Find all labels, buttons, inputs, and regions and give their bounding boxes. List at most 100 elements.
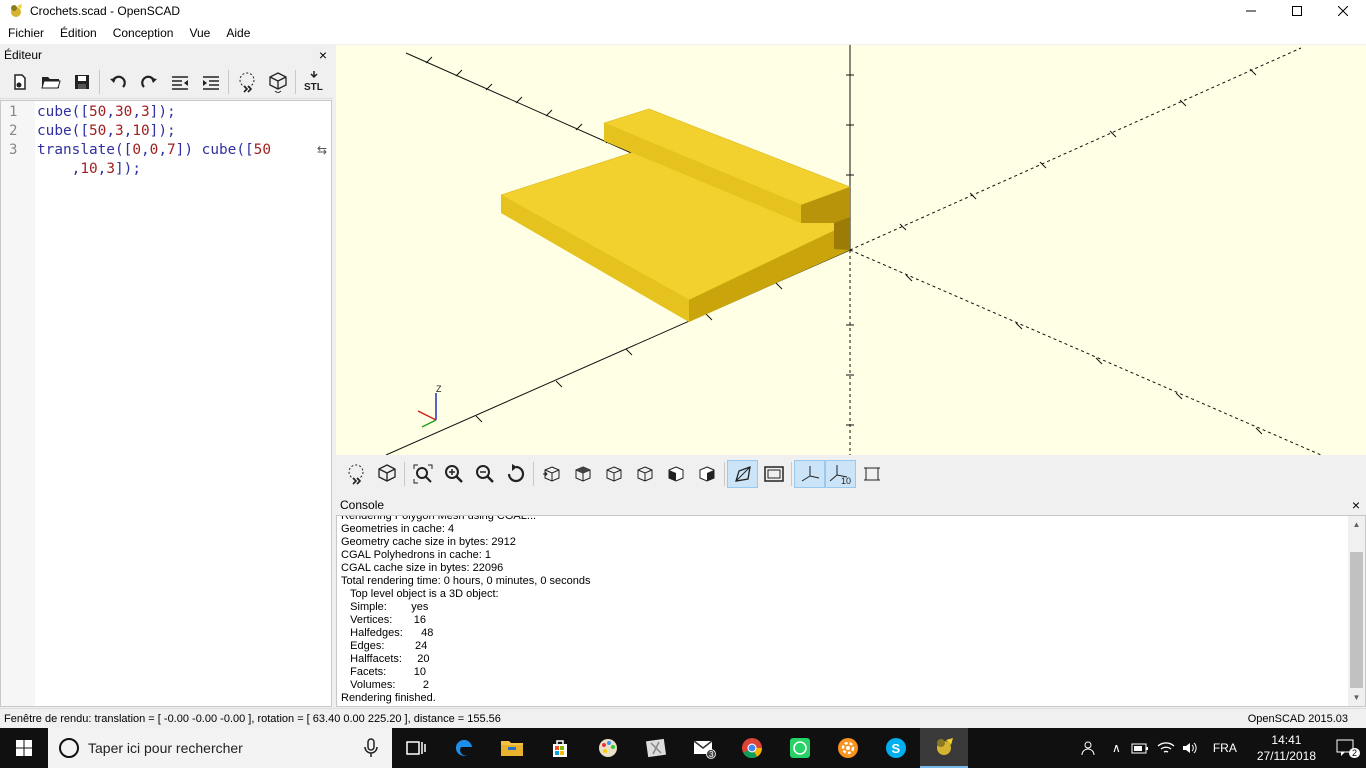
scrollbar-thumb[interactable] — [1350, 552, 1363, 688]
save-button[interactable] — [66, 68, 97, 96]
code-token: , — [106, 123, 115, 139]
code-line[interactable]: cube([50,30,3]); — [37, 103, 331, 122]
console-line: Top level object is a 3D object: — [341, 588, 499, 600]
menu-aide[interactable]: Aide — [218, 26, 258, 40]
openscad-taskbar-button[interactable] — [920, 728, 968, 768]
whatsapp-icon — [790, 738, 810, 758]
console-line: Facets: 10 — [341, 666, 426, 678]
zoom-out-button[interactable] — [469, 460, 500, 488]
editor-close-button[interactable]: × — [319, 47, 329, 63]
view-render-button[interactable] — [371, 460, 402, 488]
volume-icon[interactable] — [1181, 741, 1199, 755]
battery-icon[interactable] — [1131, 741, 1149, 755]
view-preview-button[interactable] — [340, 460, 371, 488]
paint-app-button[interactable] — [584, 728, 632, 768]
settings-app-button[interactable] — [824, 728, 872, 768]
console-output[interactable]: Rendering Polygon Mesh using CGAL... Geom… — [336, 515, 1366, 707]
mail-app-button[interactable]: 3 — [680, 728, 728, 768]
open-file-button[interactable] — [35, 68, 66, 96]
action-center-button[interactable]: 2 — [1326, 728, 1366, 768]
maximize-button[interactable] — [1274, 0, 1320, 22]
task-view-button[interactable] — [392, 728, 440, 768]
crosshairs-icon — [863, 467, 880, 481]
view-top-button[interactable] — [567, 460, 598, 488]
axis-y-negative — [849, 249, 1322, 455]
close-window-button[interactable] — [1320, 0, 1366, 22]
code-line[interactable]: cube([50,3,10]); — [37, 122, 331, 141]
code-editor[interactable]: 1 2 3 cube([50,30,3]); cube([50,3,10]); tr… — [0, 100, 332, 707]
view-front-button[interactable] — [660, 460, 691, 488]
orthogonal-button[interactable] — [758, 460, 789, 488]
taskbar-search-box[interactable]: Taper ici pour rechercher — [48, 728, 392, 768]
code-token: , — [106, 104, 115, 120]
menu-conception[interactable]: Conception — [105, 26, 182, 40]
export-stl-button[interactable]: STL — [298, 68, 329, 96]
code-number-token: 0 — [132, 142, 141, 158]
skype-icon: S — [886, 738, 906, 758]
task-view-icon — [406, 741, 426, 755]
start-button[interactable] — [0, 728, 48, 768]
code-number-token: 50 — [253, 142, 271, 158]
view-back-button[interactable] — [691, 460, 722, 488]
menu-fichier[interactable]: Fichier — [0, 26, 52, 40]
wifi-icon[interactable] — [1157, 741, 1175, 755]
system-tray: ∧ FRA 14:41 27/11/2018 2 — [1080, 728, 1366, 768]
store-button[interactable] — [536, 728, 584, 768]
zoom-in-button[interactable] — [438, 460, 469, 488]
input-language[interactable]: FRA — [1203, 741, 1247, 755]
view-bottom-button[interactable] — [598, 460, 629, 488]
scale-markers-label: 10 — [841, 476, 851, 485]
show-edges-button[interactable] — [856, 460, 887, 488]
render-button[interactable] — [262, 68, 293, 96]
skype-button[interactable]: S — [872, 728, 920, 768]
scroll-up-arrow-icon[interactable]: ▲ — [1348, 516, 1365, 533]
reset-view-button[interactable] — [500, 460, 531, 488]
indent-button[interactable] — [195, 68, 226, 96]
chrome-button[interactable] — [728, 728, 776, 768]
new-file-icon — [13, 73, 26, 90]
perspective-button[interactable] — [727, 460, 758, 488]
scroll-down-arrow-icon[interactable]: ▼ — [1348, 689, 1365, 706]
code-token: ]) — [175, 142, 202, 158]
people-icon[interactable] — [1080, 740, 1100, 756]
minimize-button[interactable] — [1228, 0, 1274, 22]
folder-icon — [501, 741, 523, 756]
toolbar-separator — [228, 69, 229, 94]
console-line: Rendering finished. — [341, 692, 436, 704]
console-close-button[interactable]: × — [1352, 497, 1362, 513]
menu-vue[interactable]: Vue — [181, 26, 218, 40]
code-token: ([ — [71, 104, 89, 120]
show-scale-markers-button[interactable]: 10 — [825, 460, 856, 488]
console-line: Rendering Polygon Mesh using CGAL... — [341, 515, 537, 522]
code-line[interactable]: translate([0,0,7]) cube([50 — [37, 141, 331, 160]
file-explorer-button[interactable] — [488, 728, 536, 768]
console-scrollbar[interactable]: ▲ ▼ — [1348, 516, 1365, 706]
tray-chevron-icon[interactable]: ∧ — [1112, 741, 1121, 755]
undo-button[interactable] — [102, 68, 133, 96]
console-line: Volumes: 2 — [341, 679, 430, 691]
whatsapp-button[interactable] — [776, 728, 824, 768]
toolbar-separator — [404, 462, 405, 486]
edge-browser-icon — [455, 739, 472, 756]
editor-dock-title: Éditeur × — [0, 45, 333, 65]
view-back-icon — [699, 466, 714, 482]
view-right-button[interactable] — [536, 460, 567, 488]
maps-app-button[interactable] — [632, 728, 680, 768]
3d-viewport[interactable]: Z — [336, 45, 1366, 455]
code-token: , — [140, 142, 150, 158]
export-stl-icon: STL — [304, 70, 322, 93]
view-left-button[interactable] — [629, 460, 660, 488]
show-axes-button[interactable] — [794, 460, 825, 488]
redo-button[interactable] — [133, 68, 164, 96]
microphone-icon[interactable] — [364, 738, 378, 758]
code-line[interactable]: ,10,3]); — [37, 160, 331, 179]
menu-edition[interactable]: Édition — [52, 26, 105, 40]
code-text[interactable]: cube([50,30,3]); cube([50,3,10]); translat… — [35, 101, 331, 706]
viewport-canvas[interactable]: Z — [336, 45, 1366, 455]
preview-button[interactable] — [231, 68, 262, 96]
edge-browser-button[interactable] — [440, 728, 488, 768]
clock[interactable]: 14:41 27/11/2018 — [1247, 732, 1326, 764]
view-all-button[interactable] — [407, 460, 438, 488]
unindent-button[interactable] — [164, 68, 195, 96]
new-file-button[interactable] — [4, 68, 35, 96]
